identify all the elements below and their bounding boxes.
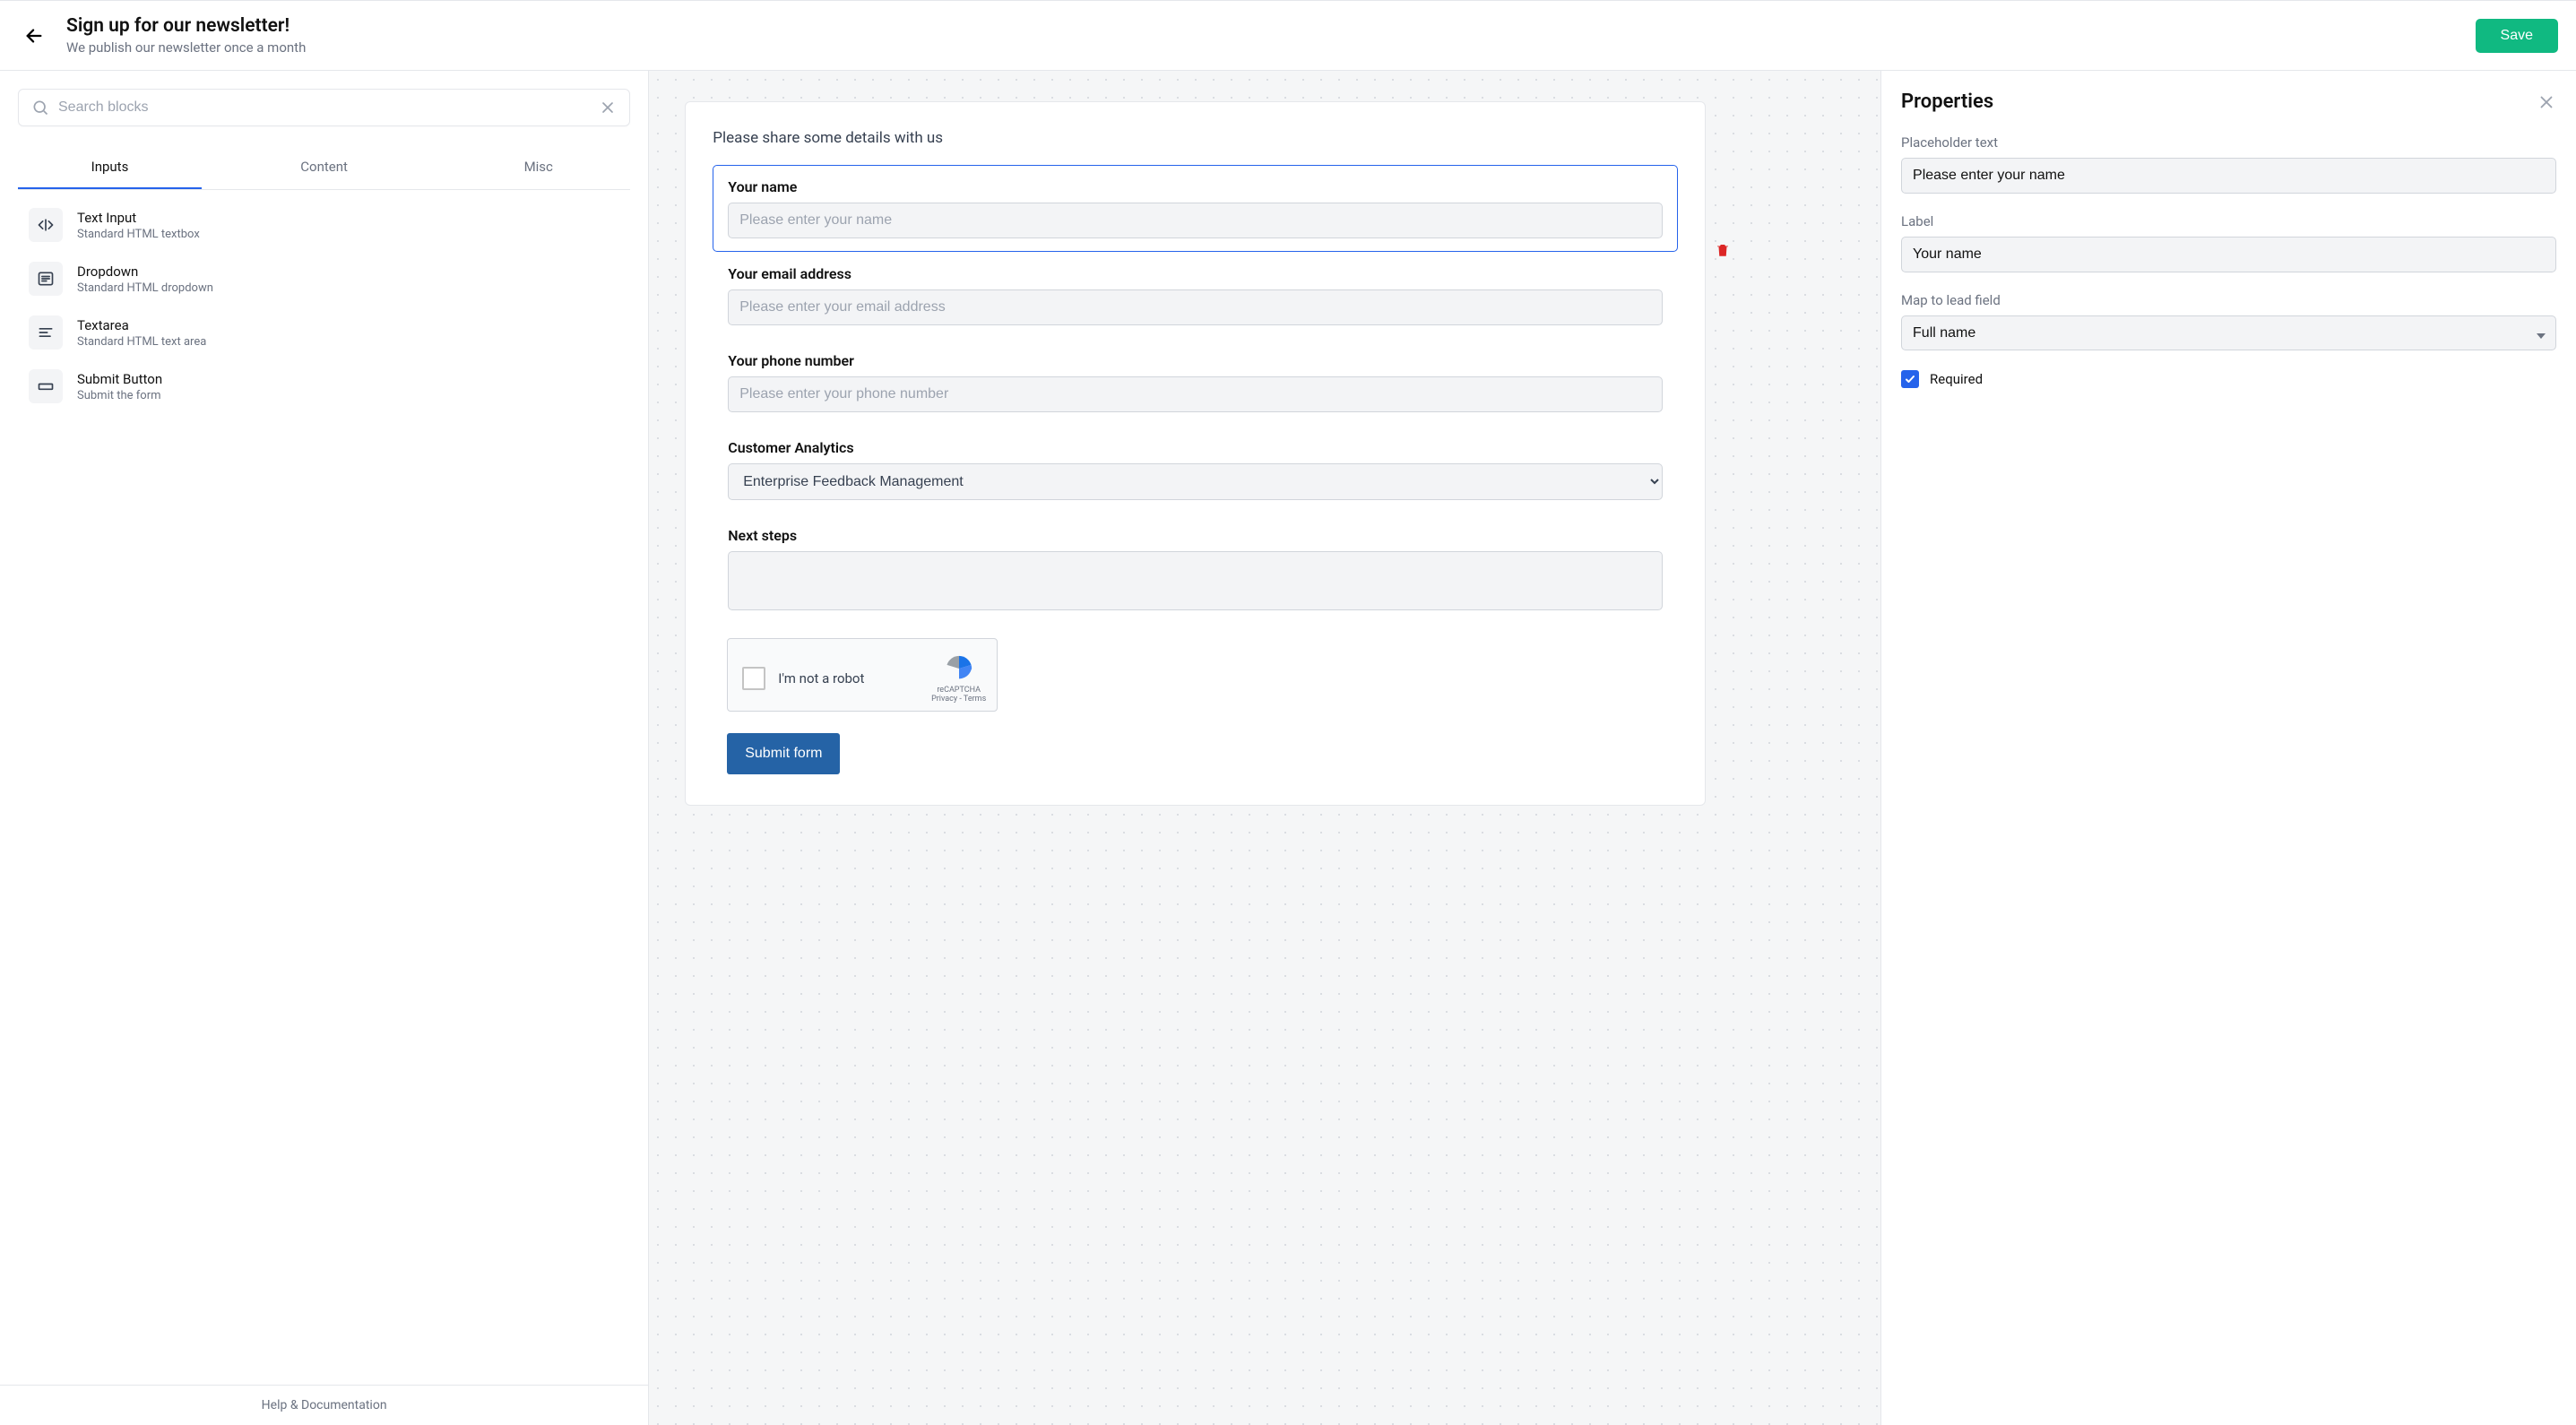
required-label: Required (1930, 371, 1983, 387)
recaptcha-label: I'm not a robot (778, 670, 919, 687)
block-text-input[interactable]: Text Input Standard HTML textbox (29, 208, 619, 242)
block-dropdown[interactable]: Dropdown Standard HTML dropdown (29, 262, 619, 296)
tab-content[interactable]: Content (202, 150, 446, 189)
search-icon (31, 99, 49, 117)
form-heading: Please share some details with us (713, 129, 1678, 147)
field-label: Your email address (728, 265, 1663, 282)
back-button[interactable] (18, 20, 50, 52)
form-canvas[interactable]: Please share some details with us Your n… (649, 71, 1880, 1425)
placeholder-input[interactable] (1901, 158, 2556, 194)
required-checkbox[interactable]: Required (1901, 370, 2556, 388)
recaptcha-checkbox[interactable] (742, 667, 765, 690)
field-next-steps[interactable]: Next steps (713, 514, 1678, 627)
recaptcha-icon (944, 653, 974, 684)
field-label: Customer Analytics (728, 439, 1663, 456)
form-card: Please share some details with us Your n… (685, 101, 1706, 806)
block-desc: Standard HTML textbox (77, 228, 200, 241)
recaptcha-legal[interactable]: Privacy - Terms (931, 695, 986, 704)
delete-field-button[interactable] (1712, 240, 1733, 262)
field-your-name[interactable]: Your name (713, 165, 1678, 252)
block-desc: Standard HTML text area (77, 335, 206, 349)
block-title: Textarea (77, 317, 206, 333)
field-label: Your name (728, 178, 1663, 195)
clear-search-icon[interactable] (599, 99, 617, 117)
blocks-sidebar: Inputs Content Misc Text Input Standard … (0, 71, 649, 1425)
properties-panel: Properties Placeholder text Label Map to… (1880, 71, 2576, 1425)
recaptcha-brand: reCAPTCHA (931, 686, 986, 695)
trash-icon (1715, 242, 1731, 258)
map-label: Map to lead field (1901, 292, 2556, 308)
block-title: Text Input (77, 210, 200, 226)
sidebar-tabs: Inputs Content Misc (18, 150, 630, 190)
save-button[interactable]: Save (2476, 19, 2558, 53)
name-input[interactable] (728, 203, 1663, 238)
block-title: Submit Button (77, 371, 162, 387)
field-your-email[interactable]: Your email address (713, 252, 1678, 339)
tab-misc[interactable]: Misc (446, 150, 630, 189)
recaptcha[interactable]: I'm not a robot reCAPTCHA Privacy - Term… (727, 638, 998, 712)
phone-input[interactable] (728, 376, 1663, 412)
page-subtitle: We publish our newsletter once a month (66, 39, 306, 56)
email-input[interactable] (728, 289, 1663, 325)
field-your-phone[interactable]: Your phone number (713, 339, 1678, 426)
button-icon (29, 369, 63, 403)
search-blocks[interactable] (18, 89, 630, 126)
code-icon (29, 208, 63, 242)
block-submit-button[interactable]: Submit Button Submit the form (29, 369, 619, 403)
page-title: Sign up for our newsletter! (66, 15, 306, 38)
tab-inputs[interactable]: Inputs (18, 150, 202, 189)
field-label: Your phone number (728, 352, 1663, 369)
search-input[interactable] (58, 99, 599, 116)
map-to-field-select[interactable]: Full name (1901, 315, 2556, 350)
analytics-select[interactable]: Enterprise Feedback Management (728, 463, 1663, 500)
properties-title: Properties (1901, 91, 1993, 113)
field-label: Next steps (728, 527, 1663, 544)
checkbox-checked-icon (1901, 370, 1919, 388)
placeholder-label: Placeholder text (1901, 134, 2556, 151)
list-icon (29, 262, 63, 296)
close-properties-icon[interactable] (2537, 92, 2556, 112)
block-textarea[interactable]: Textarea Standard HTML text area (29, 315, 619, 350)
submit-form-button[interactable]: Submit form (727, 733, 840, 774)
label-input[interactable] (1901, 237, 2556, 272)
help-link[interactable]: Help & Documentation (0, 1385, 648, 1425)
block-title: Dropdown (77, 263, 213, 280)
field-customer-analytics[interactable]: Customer Analytics Enterprise Feedback M… (713, 426, 1678, 514)
label-label: Label (1901, 213, 2556, 229)
lines-icon (29, 315, 63, 350)
block-desc: Standard HTML dropdown (77, 281, 213, 295)
header: Sign up for our newsletter! We publish o… (0, 0, 2576, 71)
block-desc: Submit the form (77, 389, 162, 402)
next-steps-textarea[interactable] (728, 551, 1663, 610)
